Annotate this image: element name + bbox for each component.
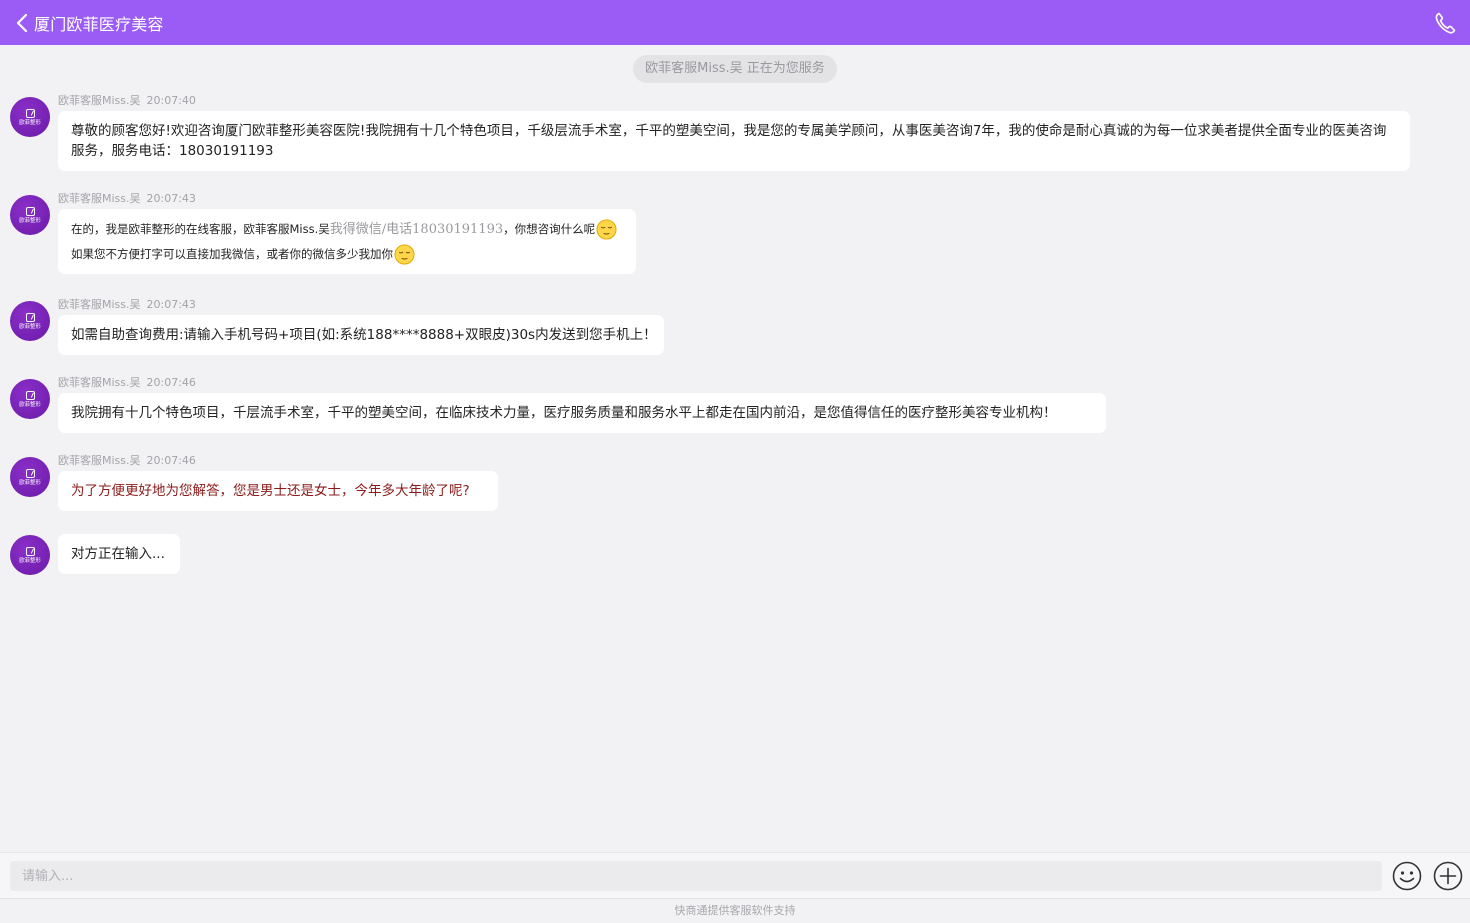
agent-avatar: 欧菲整形	[10, 379, 50, 419]
message-meta: 欧菲客服Miss.吴 20:07:46	[58, 374, 196, 390]
message-bubble: 在的，我是欧菲整形的在线客服，欧菲客服Miss.吴我得微信/电话18030191…	[58, 209, 636, 274]
emoji-picker-icon	[1392, 861, 1422, 891]
brand-logo-icon	[25, 108, 35, 118]
brand-logo-icon	[25, 390, 35, 400]
message-bubble: 尊敬的顾客您好!欢迎咨询厦门欧菲整形美容医院!我院拥有十几个特色项目，千级层流手…	[58, 111, 1410, 171]
sender-name: 欧菲客服Miss.吴	[58, 192, 141, 205]
message-time: 20:07:43	[146, 298, 196, 311]
message-line: 如果您不方便打字可以直接加我微信，或者你的微信多少我加你	[71, 242, 623, 266]
service-notice: 欧菲客服Miss.吴 正在为您服务	[633, 55, 837, 83]
brand-logo-icon	[25, 206, 35, 216]
message-input[interactable]	[10, 861, 1382, 891]
brand-logo-icon	[25, 468, 35, 478]
message-time: 20:07:40	[146, 94, 196, 107]
agent-avatar: 欧菲整形	[10, 535, 50, 575]
powered-by-footer: 快商通提供客服软件支持	[0, 898, 1470, 923]
contact-info: 我得微信/电话18030191193	[329, 222, 504, 237]
sender-name: 欧菲客服Miss.吴	[58, 298, 141, 311]
brand-logo-icon	[25, 546, 35, 556]
message-line: 在的，我是欧菲整形的在线客服，欧菲客服Miss.吴我得微信/电话18030191…	[71, 217, 623, 242]
chevron-left-icon	[16, 13, 28, 32]
brand-logo-icon	[25, 312, 35, 322]
call-button[interactable]	[1434, 11, 1456, 35]
message-meta: 欧菲客服Miss.吴 20:07:43	[58, 296, 196, 312]
sender-name: 欧菲客服Miss.吴	[58, 454, 141, 467]
message-time: 20:07:43	[146, 192, 196, 205]
page-title: 厦门欧菲医疗美容	[34, 14, 164, 34]
message-bubble: 我院拥有十几个特色项目，千层流手术室，千平的塑美空间，在临床技术力量，医疗服务质…	[58, 393, 1106, 433]
message-meta: 欧菲客服Miss.吴 20:07:43	[58, 190, 196, 206]
composer-bar	[0, 852, 1470, 898]
agent-avatar: 欧菲整形	[10, 301, 50, 341]
phone-icon	[1435, 12, 1456, 34]
message-time: 20:07:46	[146, 454, 196, 467]
agent-avatar: 欧菲整形	[10, 97, 50, 137]
emoji-button[interactable]	[1392, 861, 1422, 891]
plus-circle-icon	[1433, 861, 1463, 891]
smiley-emoji-icon	[596, 219, 617, 240]
sender-name: 欧菲客服Miss.吴	[58, 376, 141, 389]
back-button[interactable]: 厦门欧菲医疗美容	[0, 0, 164, 45]
message-meta: 欧菲客服Miss.吴 20:07:46	[58, 452, 196, 468]
message-bubble: 如需自助查询费用:请输入手机号码+项目(如:系统188****8888+双眼皮)…	[58, 315, 664, 355]
header-bar: 厦门欧菲医疗美容	[0, 0, 1470, 45]
agent-avatar: 欧菲整形	[10, 195, 50, 235]
message-time: 20:07:46	[146, 376, 196, 389]
typing-bubble: 对方正在输入...	[58, 534, 180, 574]
message-meta: 欧菲客服Miss.吴 20:07:40	[58, 92, 196, 108]
sender-name: 欧菲客服Miss.吴	[58, 94, 141, 107]
more-button[interactable]	[1433, 861, 1463, 891]
message-bubble: 为了方便更好地为您解答，您是男士还是女士，今年多大年龄了呢?	[58, 471, 498, 511]
smiley-emoji-icon	[394, 244, 415, 265]
agent-avatar: 欧菲整形	[10, 457, 50, 497]
